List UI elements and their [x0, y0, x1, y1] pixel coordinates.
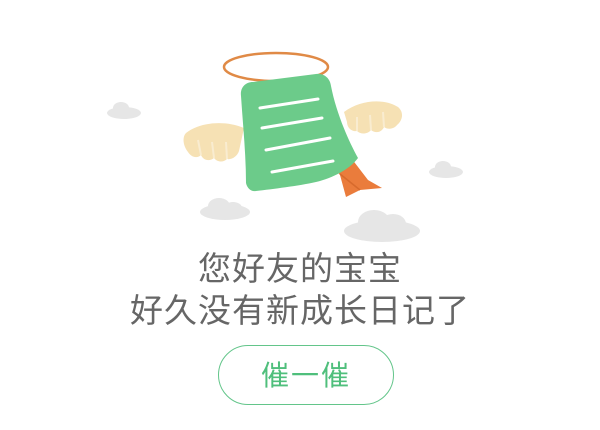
left-wing-icon — [183, 123, 244, 162]
message-line-1: 您好友的宝宝 — [198, 249, 402, 288]
right-wing-icon — [344, 101, 403, 134]
flying-diary-angel-icon — [107, 51, 463, 242]
cloud-icon — [200, 198, 250, 220]
reminder-message: 您好友的宝宝 好久没有新成长日记了 — [0, 248, 600, 332]
cloud-icon — [107, 102, 141, 119]
cloud-icon — [344, 210, 420, 242]
nudge-button[interactable]: 催一催 — [218, 345, 394, 405]
cloud-icon — [429, 161, 463, 178]
flying-diary-illustration — [0, 0, 600, 245]
message-line-2: 好久没有新成长日记了 — [130, 291, 470, 330]
